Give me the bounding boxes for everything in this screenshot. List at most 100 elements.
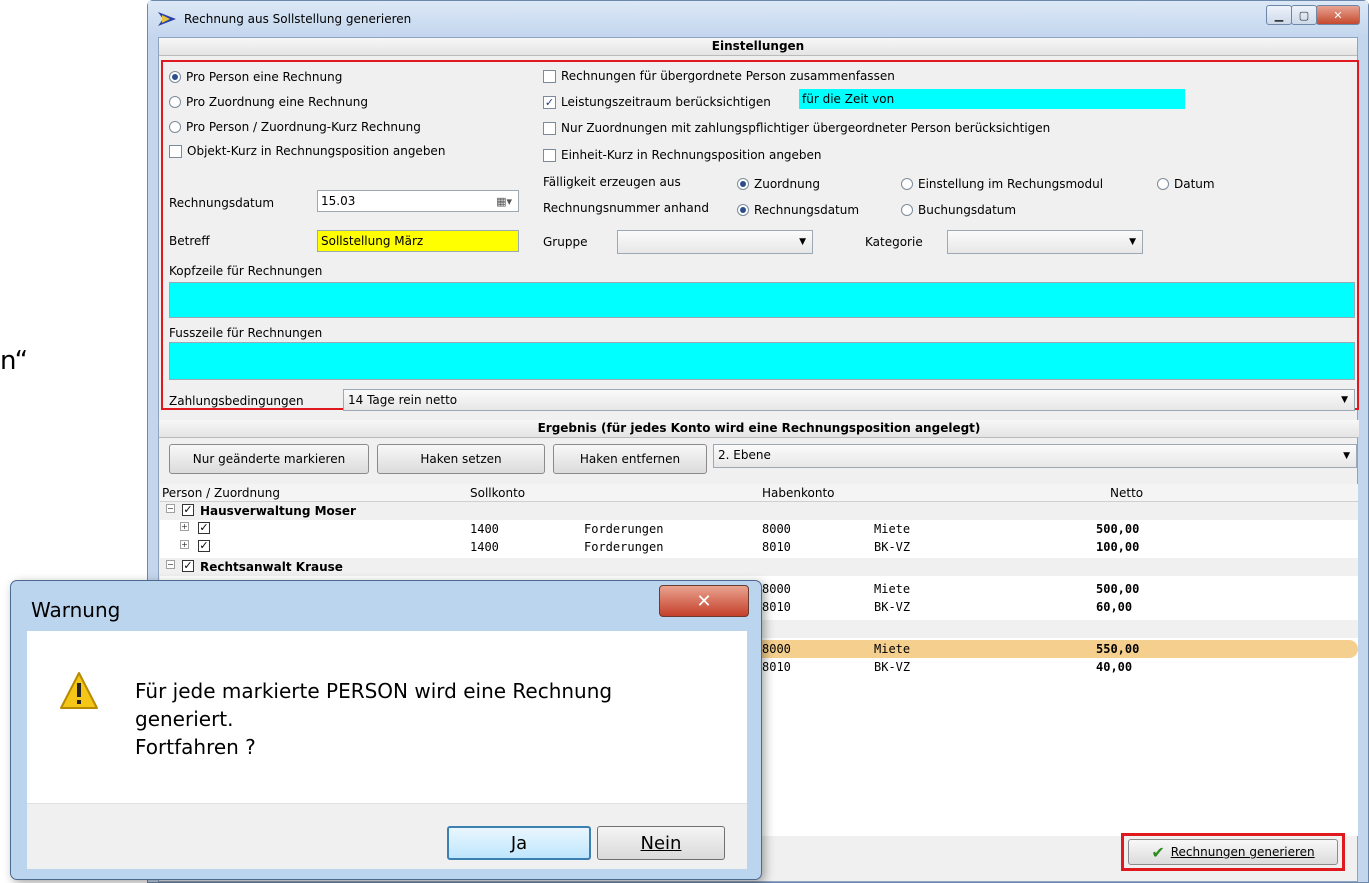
haken-entfernen-button[interactable]: Haken entfernen [553,444,707,474]
kategorie-label: Kategorie [865,235,923,249]
rechnungsnummer-rechnungsdatum[interactable]: Rechnungsdatum [737,203,859,217]
rechnungsdatum-value: 15.03 [321,194,356,208]
checkbox-checked-icon[interactable]: ✓ [198,522,210,534]
cell-soll-text: Forderungen [584,522,664,536]
column-header-habenkonto[interactable]: Habenkonto [762,486,835,500]
collapse-icon[interactable]: − [166,560,175,569]
nur-geaenderte-button[interactable]: Nur geänderte markieren [169,444,369,474]
faelligkeit-datum[interactable]: Datum [1157,177,1215,191]
close-icon: ✕ [696,590,712,612]
checkbox-checked-icon[interactable]: ✓ [182,504,194,516]
option-label: Pro Person eine Rechnung [186,70,343,84]
faelligkeit-zuordnung[interactable]: Zuordnung [737,177,820,191]
kopfzeile-field[interactable] [169,282,1355,318]
checkbox-checked-icon: ✓ [543,95,556,109]
app-icon [158,12,176,26]
calendar-dropdown-icon[interactable]: ▦▾ [496,195,512,208]
group-row[interactable]: − ✓ Rechtsanwalt Krause [160,558,1358,576]
checkbox-einheit-kurz[interactable]: Einheit-Kurz in Rechnungsposition angebe… [543,148,822,162]
settings-panel: Pro Person eine Rechnung Pro Zuordnung e… [161,60,1359,411]
checkbox-icon [169,144,182,158]
expand-icon[interactable]: + [180,522,189,531]
close-button[interactable]: ✕ [1316,5,1360,25]
kategorie-select[interactable]: ▼ [947,230,1143,254]
fusszeile-field[interactable] [169,342,1355,380]
checkbox-label: Leistungszeitraum berücksichtigen [561,95,771,109]
group-row[interactable]: − ✓ Hausverwaltung Moser [160,502,1358,520]
radio-selected-icon [169,71,181,83]
gruppe-label: Gruppe [543,235,588,249]
checkbox-zusammenfassen[interactable]: Rechnungen für übergordnete Person zusam… [543,69,895,83]
checkbox-checked-icon[interactable]: ✓ [198,540,210,552]
column-header-netto[interactable]: Netto [1110,486,1143,500]
option-label: Einstellung im Rechungsmodul [918,177,1104,191]
zahlungsbedingungen-label: Zahlungsbedingungen [169,394,304,408]
radio-icon [1157,178,1169,190]
betreff-field[interactable]: Sollstellung März [317,230,519,252]
collapse-icon[interactable]: − [166,504,175,513]
cell-netto: 500,00 [1096,582,1140,596]
maximize-icon: ▢ [1298,8,1310,22]
rechnungen-generieren-button[interactable]: ✔ Rechnungen generieren [1128,839,1338,865]
checkbox-nur-zuordnungen[interactable]: Nur Zuordnungen mit zahlungspflichtiger … [543,121,1050,135]
checkbox-leistungszeitraum[interactable]: ✓ Leistungszeitraum berücksichtigen [543,95,771,109]
haken-setzen-button[interactable]: Haken setzen [377,444,545,474]
column-header-sollkonto[interactable]: Sollkonto [470,486,525,500]
cell-sollkonto: 1400 [470,522,499,536]
radio-selected-icon [737,204,749,216]
radio-selected-icon [737,178,749,190]
option-label: Pro Zuordnung eine Rechnung [186,95,368,109]
gruppe-select[interactable]: ▼ [617,230,813,254]
chevron-down-icon: ▼ [799,237,806,247]
cell-habenkonto: 8000 [762,642,791,656]
grid-header: Person / Zuordnung Sollkonto Habenkonto … [160,484,1358,502]
yes-button[interactable]: Ja [447,826,591,860]
column-header-person[interactable]: Person / Zuordnung [162,486,280,500]
zahlungsbedingungen-value: 14 Tage rein netto [348,393,458,407]
generate-button-frame: ✔ Rechnungen generieren [1121,833,1345,871]
fusszeile-label: Fusszeile für Rechnungen [169,326,323,340]
maximize-button[interactable]: ▢ [1291,5,1317,25]
expand-icon[interactable]: + [180,540,189,549]
ebene-select[interactable]: 2. Ebene ▼ [713,444,1357,468]
cell-habenkonto: 8010 [762,540,791,554]
table-row[interactable]: + ✓ 1400 Forderungen 8010 BK-VZ 100,00 [160,538,1358,556]
no-button[interactable]: Nein [597,826,725,860]
group-label: Hausverwaltung Moser [200,504,356,518]
chevron-down-icon: ▼ [1129,237,1136,247]
cropped-edge-text: n“ [0,346,29,376]
dialog-close-button[interactable]: ✕ [659,585,749,617]
cell-netto: 550,00 [1096,642,1140,656]
option-label: Datum [1174,177,1215,191]
table-row[interactable]: + ✓ 1400 Forderungen 8000 Miete 500,00 [160,520,1358,538]
cell-haben-text: Miete [874,642,911,656]
checkbox-objekt-kurz[interactable]: Objekt-Kurz in Rechnungsposition angeben [169,144,445,158]
radio-icon [169,121,181,133]
title-bar[interactable]: Rechnung aus Sollstellung generieren ▁ ▢… [148,1,1368,37]
chevron-down-icon: ▼ [1341,395,1348,405]
faelligkeit-einstellung[interactable]: Einstellung im Rechungsmodul [901,177,1103,191]
checkbox-checked-icon[interactable]: ✓ [182,560,194,572]
rechnungsnummer-buchungsdatum[interactable]: Buchungsdatum [901,203,1016,217]
zahlungsbedingungen-select[interactable]: 14 Tage rein netto ▼ [343,389,1355,411]
radio-icon [169,96,181,108]
option-label: Rechnungsdatum [754,203,860,217]
leistungszeitraum-field[interactable]: für die Zeit von [799,89,1185,109]
rechnungsdatum-field[interactable]: 15.03 ▦▾ [317,190,519,212]
minimize-button[interactable]: ▁ [1266,5,1292,25]
option-pro-person[interactable]: Pro Person eine Rechnung [169,70,342,84]
cell-netto: 500,00 [1096,522,1140,536]
cell-netto: 100,00 [1096,540,1140,554]
option-pro-person-kurz[interactable]: Pro Person / Zuordnung-Kurz Rechnung [169,120,421,134]
settings-section-title: Einstellungen [159,38,1357,56]
checkbox-label: Objekt-Kurz in Rechnungsposition angeben [187,144,446,158]
betreff-label: Betreff [169,234,210,248]
checkbox-icon [543,148,556,162]
cell-sollkonto: 1400 [470,540,499,554]
checkmark-icon: ✔ [1151,842,1165,862]
group-label: Rechtsanwalt Krause [200,560,343,574]
option-label: Pro Person / Zuordnung-Kurz Rechnung [186,120,421,134]
checkbox-label: Nur Zuordnungen mit zahlungspflichtiger … [561,121,1051,135]
option-pro-zuordnung[interactable]: Pro Zuordnung eine Rechnung [169,95,368,109]
rechnungsdatum-label: Rechnungsdatum [169,196,275,210]
